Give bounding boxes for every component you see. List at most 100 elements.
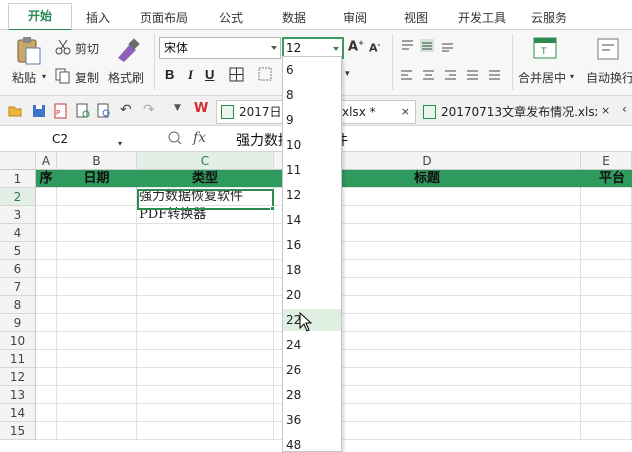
grid-cell[interactable] <box>36 314 57 332</box>
row-header[interactable]: 3 <box>0 206 36 224</box>
zoom-icon[interactable] <box>168 131 182 145</box>
row-header[interactable]: 8 <box>0 296 36 314</box>
font-size-option[interactable]: 20 <box>283 284 341 306</box>
doc-tab[interactable]: xlsx * × <box>340 100 416 124</box>
print-icon[interactable] <box>75 103 91 119</box>
grid-cell[interactable] <box>137 368 274 386</box>
wrap-text-icon[interactable] <box>597 38 621 62</box>
fill-handle[interactable] <box>270 206 275 211</box>
grid-cell[interactable] <box>137 242 274 260</box>
fill-color-icon[interactable] <box>258 67 276 83</box>
font-name-select[interactable]: 宋体 <box>159 37 281 59</box>
header-cell-c1[interactable]: 类型 <box>137 170 274 188</box>
grid-cell[interactable] <box>57 386 137 404</box>
grid-cell[interactable] <box>137 332 274 350</box>
redo-icon[interactable]: ↷ <box>143 102 155 118</box>
row-header[interactable]: 7 <box>0 278 36 296</box>
doc-tab[interactable]: 2017日 <box>216 100 284 124</box>
paste-label[interactable]: 粘贴 <box>12 69 36 86</box>
tab-page-layout[interactable]: 页面布局 <box>140 9 188 26</box>
font-size-option[interactable]: 28 <box>283 384 341 406</box>
chevron-down-icon[interactable] <box>333 47 339 51</box>
chevron-down-icon[interactable]: ▾ <box>570 72 574 81</box>
grid-cell[interactable] <box>137 350 274 368</box>
row-header[interactable]: 5 <box>0 242 36 260</box>
font-size-option[interactable]: 8 <box>283 84 341 106</box>
font-size-option[interactable]: 24 <box>283 334 341 356</box>
grid-cell[interactable] <box>36 404 57 422</box>
grid-cell[interactable] <box>57 332 137 350</box>
merge-center-icon[interactable]: T <box>533 36 559 62</box>
copy-button[interactable]: 复制 <box>75 69 99 86</box>
row-header[interactable]: 13 <box>0 386 36 404</box>
grid-cell[interactable] <box>36 296 57 314</box>
grid-cell[interactable] <box>581 386 632 404</box>
row-header[interactable]: 10 <box>0 332 36 350</box>
merge-center-button[interactable]: 合并居中 <box>518 69 566 86</box>
fx-label[interactable]: fx <box>193 130 206 146</box>
grid-cell[interactable] <box>36 368 57 386</box>
scroll-left-icon[interactable]: ‹ <box>622 102 627 116</box>
grid-cell[interactable] <box>581 224 632 242</box>
export-pdf-icon[interactable]: P <box>53 103 69 119</box>
grid-cell[interactable] <box>581 332 632 350</box>
grid-cell[interactable] <box>137 314 274 332</box>
font-size-option[interactable]: 12 <box>283 184 341 206</box>
font-size-option[interactable]: 9 <box>283 109 341 131</box>
column-header-b[interactable]: B <box>57 152 137 170</box>
grid-cell[interactable] <box>137 404 274 422</box>
grid-cell[interactable] <box>36 260 57 278</box>
chevron-down-icon[interactable]: ▾ <box>345 69 350 79</box>
tab-home[interactable]: 开始 <box>8 3 72 31</box>
grid-cell[interactable] <box>581 188 632 206</box>
folder-icon[interactable] <box>8 104 22 117</box>
tab-data[interactable]: 数据 <box>282 9 306 26</box>
grid-cell[interactable] <box>36 224 57 242</box>
grid-cell[interactable] <box>57 368 137 386</box>
row-header[interactable]: 12 <box>0 368 36 386</box>
grid-cell[interactable] <box>57 314 137 332</box>
underline-button[interactable]: U <box>205 67 214 82</box>
vertical-align-icons[interactable] <box>401 39 461 53</box>
row-header[interactable]: 15 <box>0 422 36 440</box>
grid-cell[interactable] <box>581 242 632 260</box>
font-size-option[interactable]: 48 <box>283 434 341 452</box>
doc-tab[interactable]: 20170713文章发布情况.xlsx <box>418 100 598 124</box>
grid-cell[interactable] <box>581 206 632 224</box>
chevron-down-icon[interactable]: ▼ <box>174 103 181 113</box>
column-header-c[interactable]: C <box>137 152 274 170</box>
header-cell-a1[interactable]: 序 <box>36 170 57 188</box>
grid-cell[interactable] <box>36 332 57 350</box>
close-icon[interactable]: × <box>401 101 410 123</box>
font-size-option[interactable]: 6 <box>283 59 341 81</box>
header-cell-e1[interactable]: 平台 <box>581 170 632 188</box>
print-preview-icon[interactable] <box>96 103 112 119</box>
bold-button[interactable]: B <box>165 67 174 82</box>
tab-cloud-service[interactable]: 云服务 <box>531 9 567 26</box>
grid-cell[interactable] <box>57 206 137 224</box>
grid-cell[interactable] <box>581 368 632 386</box>
save-icon[interactable] <box>32 104 46 118</box>
grid-cell[interactable] <box>36 242 57 260</box>
paste-icon[interactable] <box>14 36 44 66</box>
copy-icon[interactable] <box>55 68 71 84</box>
grid-cell[interactable] <box>36 422 57 440</box>
grid-cell[interactable] <box>581 350 632 368</box>
format-painter-icon[interactable] <box>114 38 142 64</box>
close-icon[interactable]: × <box>601 104 610 117</box>
grid-cell[interactable] <box>581 404 632 422</box>
grid-cell[interactable] <box>36 206 57 224</box>
grid-cell[interactable] <box>57 296 137 314</box>
font-size-option[interactable]: 14 <box>283 209 341 231</box>
row-header[interactable]: 6 <box>0 260 36 278</box>
grid-cell[interactable] <box>57 278 137 296</box>
tab-insert[interactable]: 插入 <box>86 9 110 26</box>
grid-cell[interactable] <box>57 188 137 206</box>
column-header-e[interactable]: E <box>581 152 632 170</box>
tab-developer[interactable]: 开发工具 <box>458 9 506 26</box>
grid-cell[interactable] <box>137 260 274 278</box>
font-size-option[interactable]: 11 <box>283 159 341 181</box>
grid-cell[interactable] <box>137 386 274 404</box>
grid-cell[interactable] <box>137 188 274 206</box>
name-box[interactable]: C2 ▾ <box>0 128 130 150</box>
